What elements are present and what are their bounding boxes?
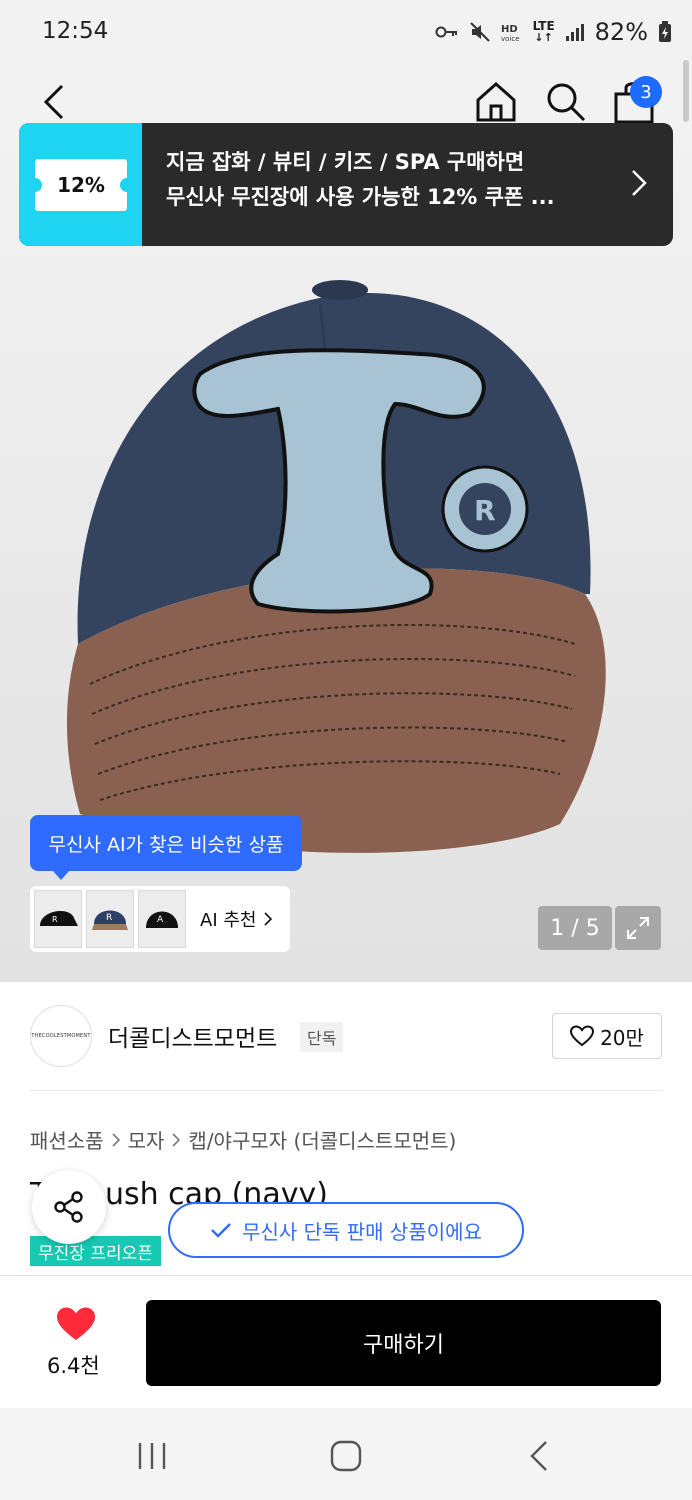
ai-recommend-box[interactable]: R R A AI 추천 xyxy=(30,886,290,952)
wish-count: 6.4천 xyxy=(47,1354,100,1378)
chevron-right-icon xyxy=(172,1132,181,1147)
battery-icon xyxy=(659,21,671,42)
home-icon[interactable] xyxy=(474,80,518,124)
share-button[interactable] xyxy=(32,1170,106,1244)
share-icon xyxy=(54,1191,83,1223)
coupon-banner[interactable]: 12% 지금 잡화 / 뷰티 / 키즈 / SPA 구매하면 무신사 무진장에 … xyxy=(19,123,673,246)
thumb-letter: R xyxy=(106,913,112,923)
exclusive-toast-text: 무신사 단독 판매 상품이에요 xyxy=(242,1219,482,1244)
ai-recommend-label: AI 추천 xyxy=(200,910,257,931)
svg-text:voice: voice xyxy=(501,35,520,43)
ai-thumbnail-2[interactable]: R xyxy=(86,890,134,948)
coupon-banner-text: 지금 잡화 / 뷰티 / 키즈 / SPA 구매하면 무신사 무진장에 사용 가… xyxy=(142,123,673,246)
brand-logo-text: THECOOLESTMOMENT xyxy=(31,1033,91,1039)
svg-text:R: R xyxy=(474,494,496,527)
breadcrumb-item[interactable]: 캡/야구모자 (더콜디스트모먼트) xyxy=(188,1125,456,1154)
coupon-ticket: 12% xyxy=(28,159,134,211)
brand-logo[interactable]: THECOOLESTMOMENT xyxy=(30,1005,92,1067)
status-time: 12:54 xyxy=(42,18,109,44)
signal-icon xyxy=(565,24,584,41)
purchase-bar: 6.4천 구매하기 xyxy=(0,1275,692,1408)
thumb-letter: A xyxy=(157,915,164,925)
coupon-ticket-label: 12% xyxy=(57,173,105,197)
hd-voice-icon: HDvoice xyxy=(501,24,520,43)
thumb-letter: R xyxy=(52,915,58,924)
mute-icon xyxy=(469,22,490,42)
coupon-banner-line2: 무신사 무진장에 사용 가능한 12% 쿠폰 ... xyxy=(166,184,555,209)
coupon-banner-line1: 지금 잡화 / 뷰티 / 키즈 / SPA 구매하면 xyxy=(166,150,525,174)
exclusive-toast: 무신사 단독 판매 상품이에요 xyxy=(168,1202,524,1258)
breadcrumb: 패션소품 모자 캡/야구모자 (더콜디스트모먼트) xyxy=(30,1125,456,1154)
breadcrumb-item[interactable]: 모자 xyxy=(128,1125,165,1154)
search-icon[interactable] xyxy=(544,80,586,124)
image-page-indicator: 1 / 5 xyxy=(538,906,612,950)
brand-like-button[interactable]: 20만 xyxy=(552,1013,662,1059)
ai-recommend-link[interactable]: AI 추천 xyxy=(200,906,273,932)
chevron-right-icon xyxy=(112,1132,120,1147)
chevron-right-icon xyxy=(264,912,273,926)
status-icons: HD voice LTE ↓↑ 82% xyxy=(435,18,672,46)
chevron-right-icon xyxy=(632,170,647,196)
svg-text:HD: HD xyxy=(501,24,518,35)
cart-count-badge: 3 xyxy=(630,76,662,108)
brand-like-count: 20만 xyxy=(600,1025,644,1050)
buy-button[interactable]: 구매하기 xyxy=(146,1300,661,1386)
key-icon xyxy=(435,26,457,38)
coupon-ticket-area: 12% xyxy=(19,123,142,246)
brand-row: THECOOLESTMOMENT 더콜디스트모먼트 단독 20만 xyxy=(30,1005,662,1073)
ai-similar-tooltip[interactable]: 무신사 AI가 찾은 비슷한 상품 xyxy=(30,815,302,880)
expand-icon xyxy=(627,917,649,939)
brand-name[interactable]: 더콜디스트모먼트 xyxy=(108,1019,277,1053)
back-icon[interactable] xyxy=(36,82,76,122)
expand-image-button[interactable] xyxy=(615,906,661,950)
back-nav-icon[interactable] xyxy=(528,1440,552,1472)
system-nav-bar xyxy=(0,1408,692,1500)
promo-tag: 무진장 프리오픈 xyxy=(30,1236,161,1266)
check-icon xyxy=(211,1223,231,1238)
recent-apps-icon[interactable] xyxy=(136,1441,168,1471)
ai-thumbnail-3[interactable]: A xyxy=(138,890,186,948)
status-bar: 12:54 HD voice LTE ↓↑ 82% xyxy=(0,0,692,68)
divider xyxy=(30,1090,662,1091)
lte-icon: LTE ↓↑ xyxy=(532,19,555,44)
scrollbar[interactable] xyxy=(683,60,689,122)
battery-percent: 82% xyxy=(594,18,648,46)
ai-thumbnail-1[interactable]: R xyxy=(34,890,82,948)
heart-filled-icon[interactable] xyxy=(56,1306,96,1342)
home-nav-icon[interactable] xyxy=(330,1440,362,1472)
exclusive-tag: 단독 xyxy=(300,1022,344,1052)
breadcrumb-item[interactable]: 패션소품 xyxy=(30,1125,104,1154)
heart-outline-icon xyxy=(570,1025,595,1047)
